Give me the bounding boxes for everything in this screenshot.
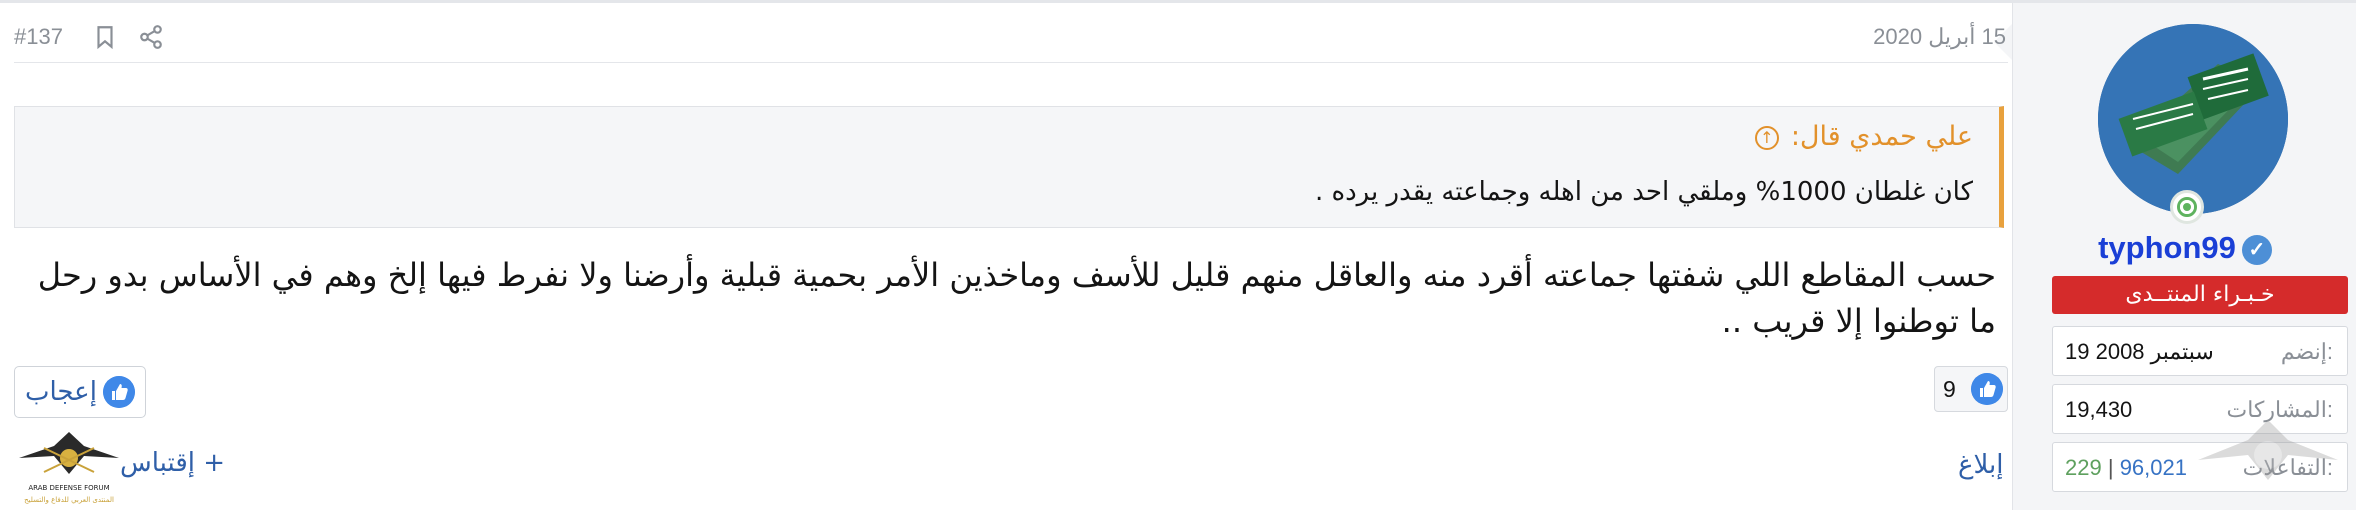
quote-author[interactable]: علي حمدي قال: ↑ [1754, 121, 1973, 152]
stat-separator: | [2107, 455, 2114, 480]
logo-text-en: ARAB DEFENSE FORUM [28, 484, 109, 492]
stat-reactions-value: 96,021 [2119, 455, 2187, 480]
post-body-line-2: ما توطنوا إلا قريب .. [1721, 302, 1996, 340]
like-button-label: إعجاب [25, 377, 97, 407]
quote-text: كان غلطان 1000% وملقي احد من اهله وجماعت… [1314, 177, 1973, 207]
report-link[interactable]: إبلاغ [1958, 450, 2004, 480]
online-dot [2180, 200, 2194, 214]
bookmark-icon[interactable] [92, 24, 118, 50]
share-icon[interactable] [138, 24, 164, 50]
stat-posts-value: 19,430 [2065, 397, 2133, 422]
rank-badge: خـبـراء المنتــدى [2052, 276, 2348, 314]
post-date[interactable]: 15 أبريل 2020 [1873, 24, 2006, 50]
stat-joined-value: 19 سبتمبر 2008 [2065, 339, 2214, 364]
post-number[interactable]: #137 [14, 24, 63, 50]
post-container: typhon99 ✓ خـبـراء المنتــدى إنضم: 19 سبت… [0, 0, 2356, 510]
reaction-count: 9 [1943, 376, 1956, 402]
online-indicator [2170, 190, 2204, 224]
quote-author-name[interactable]: علي حمدي قال: [1791, 121, 1973, 152]
username-link[interactable]: typhon99 [2098, 230, 2236, 265]
reactions-summary[interactable]: 9 [1934, 366, 2008, 412]
avatar[interactable] [2098, 24, 2288, 214]
stat-points-value: 229 [2065, 455, 2102, 480]
thumbs-up-icon [1971, 373, 2003, 405]
post-body: حسب المقاطع اللي شفتها جماعته أقرد منه و… [16, 252, 1996, 344]
forum-watermark-logo [2198, 420, 2338, 480]
username-row: typhon99 ✓ [2040, 230, 2330, 266]
stat-joined: إنضم: 19 سبتمبر 2008 [2052, 326, 2348, 376]
quote-button[interactable]: + إقتباس [120, 448, 225, 478]
post-body-line-1: حسب المقاطع اللي شفتها جماعته أقرد منه و… [37, 256, 1996, 294]
stat-reactions-values: 229 | 96,021 [2065, 455, 2187, 481]
logo-text-ar: المنتدى العربي للدفاع والتسليح [24, 496, 114, 504]
avatar-image [2098, 24, 2288, 214]
verified-icon: ✓ [2241, 234, 2272, 265]
like-button[interactable]: إعجاب [14, 366, 146, 418]
forum-logo: ARAB DEFENSE FORUM المنتدى العربي للدفاع… [19, 432, 119, 504]
stat-joined-label: إنضم: [2280, 339, 2333, 364]
top-border [0, 0, 2356, 3]
quote-block: علي حمدي قال: ↑ كان غلطان 1000% وملقي احد… [14, 106, 2004, 228]
up-arrow-icon[interactable]: ↑ [1754, 125, 1779, 150]
header-divider [14, 62, 2008, 63]
thumbs-up-icon [103, 376, 135, 408]
